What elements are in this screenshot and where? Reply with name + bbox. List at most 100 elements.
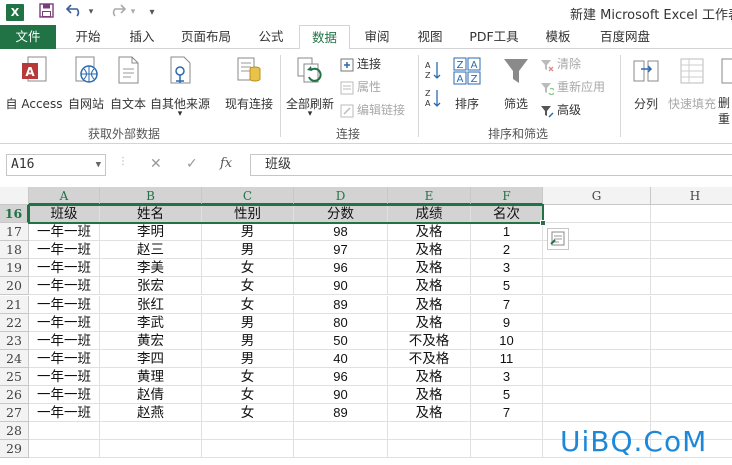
row-header-17[interactable]: 17 — [0, 223, 29, 242]
clear-button[interactable]: 清除 — [540, 54, 581, 74]
cell-c28[interactable] — [202, 422, 294, 441]
cell-c24[interactable]: 男 — [202, 349, 294, 368]
cell-h20[interactable] — [651, 277, 732, 296]
cell-d24[interactable]: 40 — [294, 349, 388, 368]
cell-b17[interactable]: 李明 — [100, 223, 202, 242]
cell-b25[interactable]: 黄理 — [100, 367, 202, 386]
row-header-23[interactable]: 23 — [0, 331, 29, 350]
cell-e16[interactable]: 成绩 — [388, 205, 471, 223]
cell-c17[interactable]: 男 — [202, 223, 294, 242]
column-header-d[interactable]: D — [294, 187, 388, 205]
from-text-button[interactable]: 自文本 — [108, 55, 148, 115]
tab-review[interactable]: 审阅 — [353, 25, 401, 49]
column-header-g[interactable]: G — [543, 187, 651, 205]
cell-f26[interactable]: 5 — [471, 386, 543, 404]
cell-f16[interactable]: 名次 — [471, 205, 543, 223]
cell-d25[interactable]: 96 — [294, 367, 388, 386]
cell-d20[interactable]: 90 — [294, 277, 388, 296]
cell-g22[interactable] — [543, 313, 651, 332]
from-web-button[interactable]: 自网站 — [64, 55, 108, 115]
tab-view[interactable]: 视图 — [406, 25, 454, 49]
cancel-icon[interactable]: ✕ — [150, 156, 162, 172]
tab-baidu-netdisk[interactable]: 百度网盘 — [588, 25, 662, 49]
cell-g21[interactable] — [543, 295, 651, 314]
column-header-f[interactable]: F — [471, 187, 543, 205]
cell-b19[interactable]: 李美 — [100, 259, 202, 278]
cell-h26[interactable] — [651, 386, 732, 404]
cell-d23[interactable]: 50 — [294, 331, 388, 350]
cell-e27[interactable]: 及格 — [388, 404, 471, 423]
cell-d16[interactable]: 分数 — [294, 205, 388, 223]
cell-h16[interactable] — [651, 205, 732, 223]
cell-f28[interactable] — [471, 422, 543, 441]
column-header-b[interactable]: B — [100, 187, 202, 205]
connections-button[interactable]: 连接 — [340, 54, 381, 74]
advanced-filter-button[interactable]: 高级 — [540, 100, 581, 120]
cell-c25[interactable]: 女 — [202, 367, 294, 386]
cell-a20[interactable]: 一年一班 — [29, 277, 100, 296]
enter-icon[interactable]: ✓ — [186, 156, 198, 172]
cell-h21[interactable] — [651, 296, 732, 314]
cell-g26[interactable] — [543, 386, 651, 404]
cell-h18[interactable] — [651, 241, 732, 260]
cell-b24[interactable]: 李四 — [100, 349, 202, 368]
cell-b20[interactable]: 张宏 — [100, 277, 202, 296]
cell-f24[interactable]: 11 — [471, 349, 543, 368]
tab-file[interactable]: 文件 — [0, 25, 56, 49]
redo-dropdown-icon[interactable]: ▾ — [128, 3, 138, 22]
reapply-button[interactable]: 重新应用 — [540, 77, 605, 97]
cell-a28[interactable] — [29, 422, 100, 441]
row-header-19[interactable]: 19 — [0, 259, 29, 278]
refresh-all-button[interactable]: 全部刷新 ▾ — [284, 55, 336, 125]
tab-insert[interactable]: 插入 — [117, 25, 167, 49]
cell-e21[interactable]: 及格 — [388, 295, 471, 314]
cell-b26[interactable]: 赵倩 — [100, 386, 202, 404]
cell-h27[interactable] — [651, 404, 732, 423]
cell-c26[interactable]: 女 — [202, 386, 294, 404]
remove-duplicates-button[interactable]: 删 重 — [718, 55, 732, 131]
cell-a26[interactable]: 一年一班 — [29, 386, 100, 404]
cell-f17[interactable]: 1 — [471, 223, 543, 242]
from-other-sources-button[interactable]: 自其他来源 ▾ — [148, 55, 212, 125]
cell-h25[interactable] — [651, 368, 732, 386]
row-header-24[interactable]: 24 — [0, 349, 29, 368]
cell-h17[interactable] — [651, 223, 732, 242]
cell-h22[interactable] — [651, 314, 732, 332]
cell-b29[interactable] — [100, 440, 202, 459]
cell-f25[interactable]: 3 — [471, 367, 543, 386]
cell-c18[interactable]: 男 — [202, 241, 294, 260]
cell-f22[interactable]: 9 — [471, 313, 543, 332]
row-header-22[interactable]: 22 — [0, 313, 29, 332]
cell-g16[interactable] — [543, 205, 651, 223]
row-header-29[interactable]: 29 — [0, 440, 29, 459]
name-box[interactable]: A16 ▼ — [6, 154, 106, 176]
row-header-21[interactable]: 21 — [0, 295, 29, 314]
cell-b23[interactable]: 黄宏 — [100, 331, 202, 350]
cell-b18[interactable]: 赵三 — [100, 241, 202, 260]
cell-b16[interactable]: 姓名 — [100, 205, 202, 223]
sort-ascending-button[interactable]: AZ — [424, 59, 442, 80]
cell-c21[interactable]: 女 — [202, 295, 294, 314]
sort-button[interactable]: ZAAZ 排序 — [448, 55, 486, 115]
cell-e23[interactable]: 不及格 — [388, 331, 471, 350]
tab-templates[interactable]: 模板 — [534, 25, 582, 49]
cell-a18[interactable]: 一年一班 — [29, 241, 100, 260]
undo-icon[interactable] — [64, 3, 86, 22]
cell-d27[interactable]: 89 — [294, 404, 388, 423]
cell-e24[interactable]: 不及格 — [388, 349, 471, 368]
row-header-18[interactable]: 18 — [0, 241, 29, 260]
cell-e28[interactable] — [388, 422, 471, 441]
cell-a22[interactable]: 一年一班 — [29, 313, 100, 332]
cell-e25[interactable]: 及格 — [388, 367, 471, 386]
cell-h23[interactable] — [651, 332, 732, 350]
cell-a23[interactable]: 一年一班 — [29, 331, 100, 350]
cell-d18[interactable]: 97 — [294, 241, 388, 260]
cell-a17[interactable]: 一年一班 — [29, 223, 100, 242]
cell-f20[interactable]: 5 — [471, 277, 543, 296]
cell-h24[interactable] — [651, 350, 732, 368]
cell-d26[interactable]: 90 — [294, 386, 388, 404]
cell-a24[interactable]: 一年一班 — [29, 349, 100, 368]
cell-f29[interactable] — [471, 440, 543, 459]
cell-c27[interactable]: 女 — [202, 404, 294, 423]
properties-button[interactable]: 属性 — [340, 77, 381, 97]
